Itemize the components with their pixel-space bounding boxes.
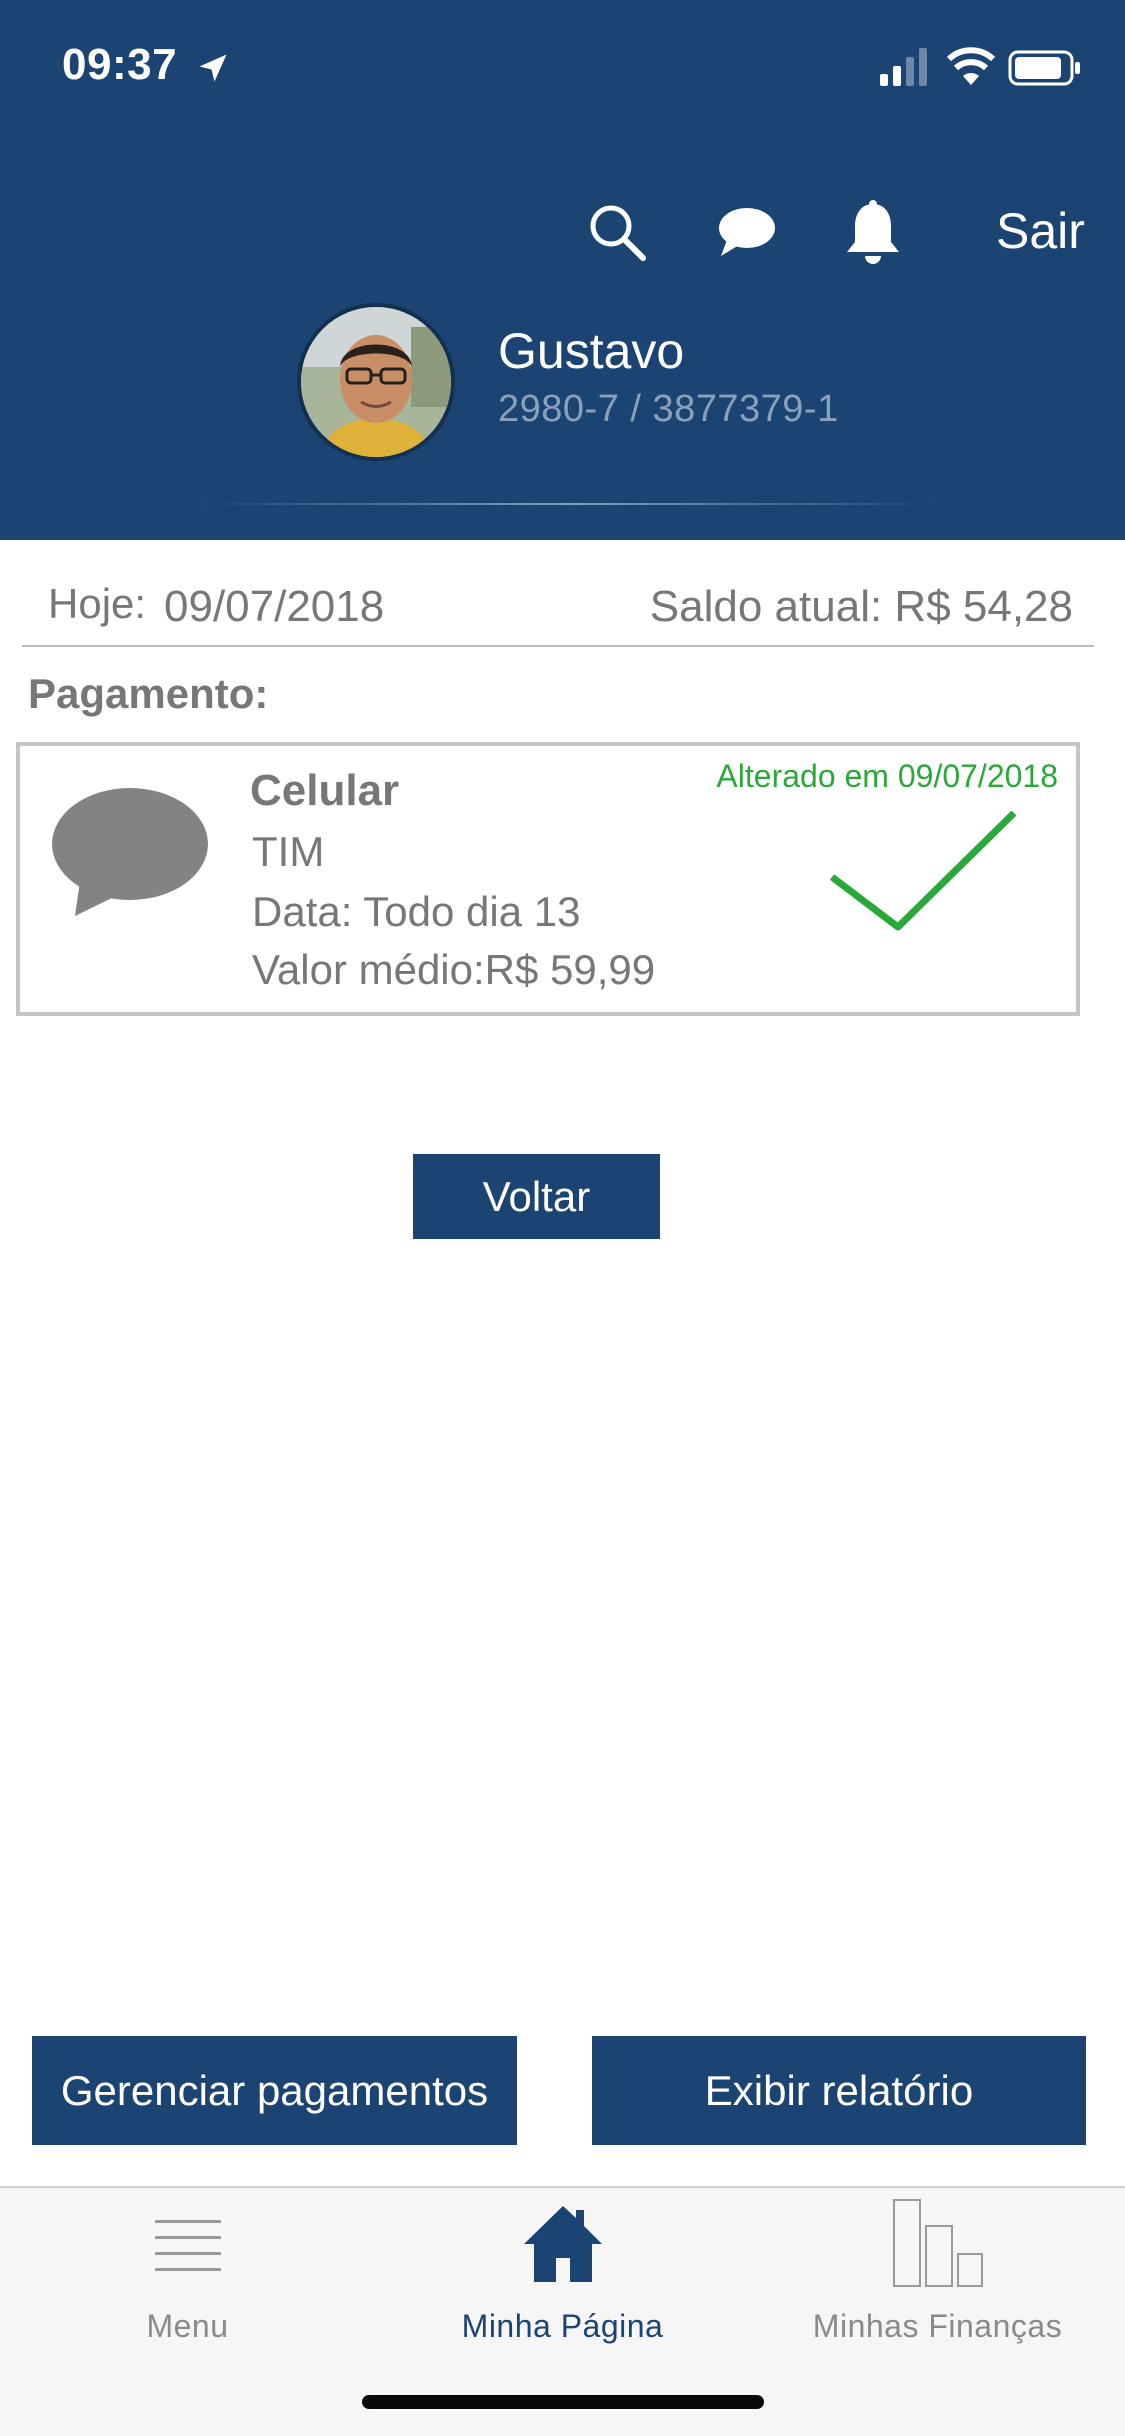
- section-title: Pagamento:: [28, 670, 269, 717]
- payment-average-value: Valor médio:R$ 59,99: [252, 946, 656, 993]
- checkmark-icon: [829, 811, 1017, 931]
- divider: [22, 645, 1094, 647]
- today-label: Hoje:: [48, 580, 147, 627]
- tab-menu-label: Menu: [146, 2308, 229, 2344]
- payment-title: Celular: [250, 766, 400, 815]
- back-button[interactable]: Voltar: [413, 1154, 660, 1239]
- tab-my-page-label: Minha Página: [461, 2308, 664, 2344]
- tab-my-finances[interactable]: Minhas Finanças: [750, 2188, 1125, 2344]
- current-balance: Saldo atual: R$ 54,28: [649, 582, 1073, 631]
- show-report-button[interactable]: Exibir relatório: [592, 2036, 1086, 2145]
- tab-menu[interactable]: Menu: [0, 2188, 375, 2344]
- user-photo: [301, 307, 451, 457]
- payment-date: Data: Todo dia 13: [252, 888, 581, 935]
- payment-changed-note: Alterado em 09/07/2018: [716, 758, 1058, 794]
- account-number: 2980-7 / 3877379-1: [498, 388, 839, 430]
- location-arrow-icon: [199, 54, 227, 82]
- bell-icon[interactable]: [842, 200, 904, 268]
- battery-icon: [1008, 50, 1080, 86]
- bar-chart-icon: [892, 2199, 983, 2287]
- app-header: 09:37 Sair Gustavo 2980-7 / 3877379-1: [0, 0, 1125, 540]
- wifi-icon: [946, 47, 996, 85]
- hamburger-icon: [154, 2220, 221, 2271]
- payment-carrier: TIM: [252, 828, 325, 875]
- manage-payments-button[interactable]: Gerenciar pagamentos: [32, 2036, 517, 2145]
- tab-my-finances-label: Minhas Finanças: [812, 2308, 1063, 2344]
- payment-card[interactable]: Celular TIM Data: Todo dia 13 Valor médi…: [16, 742, 1080, 1016]
- signal-icon: [880, 48, 927, 86]
- home-indicator: [362, 2395, 764, 2409]
- home-icon: [523, 2206, 602, 2282]
- status-time: 09:37: [62, 40, 178, 89]
- user-name: Gustavo: [498, 323, 685, 379]
- chat-icon[interactable]: [715, 200, 777, 262]
- logout-button[interactable]: Sair: [996, 202, 1085, 260]
- today-date: 09/07/2018: [164, 582, 385, 631]
- header-divider: [200, 503, 940, 505]
- status-bar: 09:37: [0, 0, 1125, 140]
- tab-my-page[interactable]: Minha Página: [375, 2188, 750, 2344]
- search-icon[interactable]: [585, 200, 649, 264]
- avatar[interactable]: [297, 303, 455, 461]
- chat-bubble-icon: [52, 788, 208, 916]
